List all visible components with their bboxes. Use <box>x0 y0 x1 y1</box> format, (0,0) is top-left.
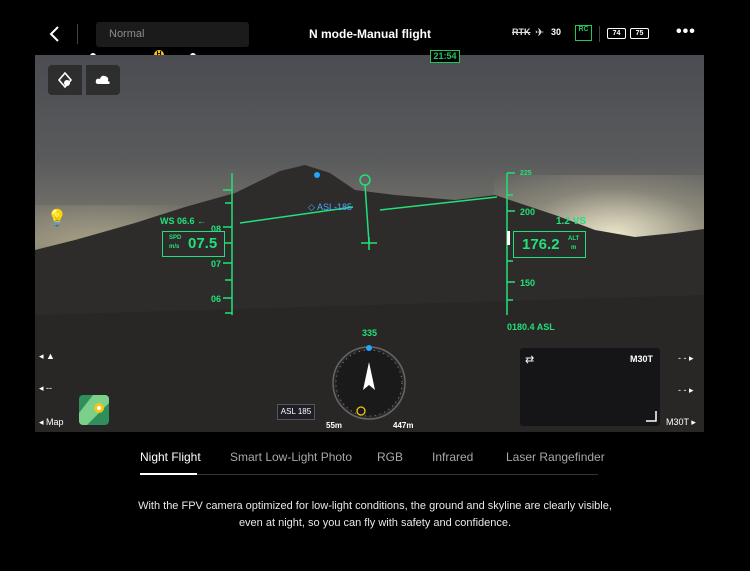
asl-badge: ASL 185 <box>277 404 315 420</box>
camera-select[interactable]: M30T ▸ <box>666 417 696 428</box>
rtk-status[interactable]: RTK <box>512 27 531 37</box>
more-dots-icon[interactable]: ••• <box>676 23 696 41</box>
active-tab-indicator <box>140 473 197 475</box>
satellite-icon: ✈ <box>535 27 545 39</box>
altitude-value: 176.2 <box>522 236 560 253</box>
feature-description: With the FPV camera optimized for low-li… <box>120 498 630 532</box>
rc-signal-badge[interactable]: RC <box>575 25 592 41</box>
flight-mode-select[interactable]: Normal <box>96 22 249 47</box>
description-line-1: With the FPV camera optimized for low-li… <box>138 500 612 512</box>
speed-tick: 06 <box>211 294 222 304</box>
preview-camera-label: M30T <box>629 354 653 364</box>
home-distance: 55m <box>326 421 343 430</box>
tab-rgb[interactable]: RGB <box>377 450 403 464</box>
top-bar: Normal N mode-Manual flight RTK ✈ 30 RC … <box>0 0 750 54</box>
tab-smart-low-light-photo[interactable]: Smart Low-Light Photo <box>230 450 352 464</box>
altitude-indicator <box>507 231 510 245</box>
speed-value: 07.5 <box>188 235 218 252</box>
divider <box>599 26 600 42</box>
satellite-count: 30 <box>551 27 562 37</box>
map-thumbnail[interactable] <box>79 395 109 425</box>
map-pin-icon <box>79 395 109 425</box>
tab-divider <box>140 474 598 475</box>
altitude-unit: m <box>571 245 577 251</box>
tab-laser-rangefinder[interactable]: Laser Rangefinder <box>506 450 605 464</box>
divider <box>77 24 78 44</box>
secondary-camera-preview[interactable]: ⇄ M30T <box>520 348 660 426</box>
alt-tick: 200 <box>520 207 536 217</box>
target-distance: 447m <box>393 421 414 430</box>
battery-2-level[interactable]: 75 <box>630 28 649 39</box>
heading-value: 335 <box>362 328 378 338</box>
battery-1-level[interactable]: 74 <box>607 28 626 39</box>
tab-infrared[interactable]: Infrared <box>432 450 473 464</box>
right-control[interactable]: - - ▸ <box>678 353 694 364</box>
tab-night-flight[interactable]: Night Flight <box>140 450 201 464</box>
altitude-label: ALT <box>568 236 580 242</box>
description-line-2: even at night, so you can fly with safet… <box>238 517 512 529</box>
shield-icon[interactable]: ◂ ▲ <box>39 351 55 362</box>
speed-unit: m/s <box>169 244 180 250</box>
wind-speed: WS 06.6 ← <box>160 216 207 226</box>
right-control[interactable]: - - ▸ <box>678 385 694 396</box>
expand-icon[interactable] <box>645 410 657 422</box>
asl-readout: 0180.4 ASL <box>507 322 555 332</box>
camera-view[interactable]: 💡 WS 06.6 ← 08 07 06 SPD m/s 07.5 ◇ ASL-… <box>35 55 704 432</box>
alt-tick: 150 <box>520 278 536 288</box>
vertical-speed: 1.2 VS <box>556 216 587 227</box>
map-toggle[interactable]: ◂ Map <box>39 417 64 428</box>
speed-tick: 07 <box>211 259 222 269</box>
speed-label: SPD <box>169 235 182 241</box>
back-chevron-icon[interactable] <box>48 24 62 44</box>
swap-icon[interactable]: ⇄ <box>525 353 534 366</box>
asl-marker: ◇ ASL-185 <box>308 202 352 212</box>
left-control[interactable]: ◂ -- <box>39 383 52 394</box>
speed-readout: SPD m/s 07.5 <box>162 231 225 257</box>
remaining-flight-time: 21:54 <box>430 50 460 63</box>
altitude-readout: 176.2 ALT m <box>513 231 586 258</box>
page-title: N mode-Manual flight <box>309 27 431 41</box>
alt-tick: 225 <box>520 170 532 177</box>
